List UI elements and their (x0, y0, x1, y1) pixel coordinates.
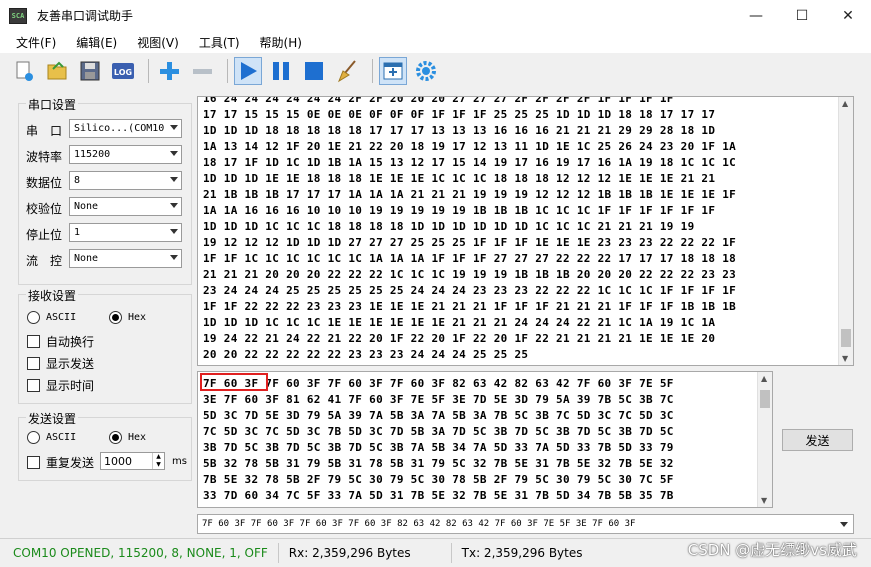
auto-newline-checkbox[interactable] (27, 335, 40, 348)
log-icon[interactable]: LOG (109, 57, 137, 85)
databits-label: 数据位 (26, 176, 63, 190)
receive-ascii-option[interactable]: ASCII (27, 311, 76, 324)
show-send-checkbox[interactable] (27, 357, 40, 370)
show-time-option[interactable]: 显示时间 (27, 377, 94, 394)
send-ascii-option[interactable]: ASCII (27, 431, 76, 444)
scroll-down-icon[interactable]: ▼ (761, 496, 767, 505)
add-icon[interactable] (155, 57, 183, 85)
toolbar-separator (148, 59, 149, 83)
auto-newline-option[interactable]: 自动换行 (27, 333, 94, 350)
watermark: CSDN @虚无缥缈vs威武 (687, 540, 857, 559)
scroll-thumb[interactable] (841, 329, 851, 347)
highlight-box (200, 373, 268, 391)
rx-count: Rx: 2,359,296 Bytes (288, 546, 411, 560)
send-button[interactable]: 发送 (782, 429, 853, 451)
receive-scrollbar[interactable]: ▲ ▼ (838, 97, 853, 365)
flowcontrol-label: 流 控 (26, 254, 63, 268)
spin-arrows-icon[interactable]: ▲ ▼ (152, 453, 164, 469)
receive-ascii-radio[interactable] (27, 311, 40, 324)
clear-broom-icon[interactable] (333, 57, 361, 85)
status-separator (450, 543, 452, 563)
open-folder-icon[interactable] (43, 57, 71, 85)
port-status: COM10 OPENED, 115200, 8, NONE, 1, OFF (13, 546, 268, 560)
show-time-checkbox[interactable] (27, 379, 40, 392)
toolbar-separator (227, 59, 228, 83)
stop-icon[interactable] (300, 57, 328, 85)
serial-settings-title: 串口设置 (26, 96, 79, 113)
menu-tools[interactable]: 工具(T) (199, 34, 240, 51)
add-window-icon[interactable] (379, 57, 407, 85)
repeat-send-option[interactable]: 重复发送 (27, 454, 94, 471)
close-button[interactable]: ✕ (825, 0, 871, 31)
receive-text-area[interactable]: 16 24 24 24 24 24 24 2F 2F 20 20 20 27 2… (197, 96, 854, 366)
port-select[interactable]: Silico...(COM10 (69, 119, 182, 138)
parity-label: 校验位 (26, 202, 63, 216)
toolbar-separator (372, 59, 373, 83)
scroll-down-icon[interactable]: ▼ (842, 354, 848, 363)
databits-select[interactable]: 8 (69, 171, 182, 190)
menu-view[interactable]: 视图(V) (137, 34, 179, 51)
send-hex-option[interactable]: Hex (109, 431, 146, 444)
interval-unit: ms (172, 456, 187, 467)
send-history-select[interactable]: 7F 60 3F 7F 60 3F 7F 60 3F 7F 60 3F 82 6… (197, 514, 854, 534)
send-settings-title: 发送设置 (26, 410, 79, 427)
menu-bar: 文件(F) 编辑(E) 视图(V) 工具(T) 帮助(H) (0, 31, 871, 53)
repeat-send-checkbox[interactable] (27, 456, 40, 469)
menu-file[interactable]: 文件(F) (16, 34, 56, 51)
tx-count: Tx: 2,359,296 Bytes (461, 546, 583, 560)
remove-icon[interactable] (188, 57, 216, 85)
stopbits-label: 停止位 (26, 228, 63, 242)
show-send-option[interactable]: 显示发送 (27, 355, 94, 372)
toolbar: LOG (10, 55, 445, 87)
repeat-interval-input[interactable]: 1000 ▲ ▼ (100, 452, 165, 470)
new-document-icon[interactable] (10, 57, 38, 85)
parity-select[interactable]: None (69, 197, 182, 216)
send-hex-radio[interactable] (109, 431, 122, 444)
status-separator (277, 543, 279, 563)
baud-label: 波特率 (26, 150, 63, 164)
play-icon[interactable] (234, 57, 262, 85)
minimize-button[interactable]: — (733, 0, 779, 31)
maximize-button[interactable]: ☐ (779, 0, 825, 31)
stopbits-select[interactable]: 1 (69, 223, 182, 242)
send-scrollbar[interactable]: ▲ ▼ (757, 372, 772, 507)
receive-hex-radio[interactable] (109, 311, 122, 324)
app-icon: SCA (9, 7, 27, 24)
receive-hex-option[interactable]: Hex (109, 311, 146, 324)
send-text-area[interactable]: 7F 60 3F 7F 60 3F 7F 60 3F 7F 60 3F 82 6… (197, 371, 773, 508)
scroll-up-icon[interactable]: ▲ (761, 374, 767, 383)
pause-icon[interactable] (267, 57, 295, 85)
flowcontrol-select[interactable]: None (69, 249, 182, 268)
baud-select[interactable]: 115200 (69, 145, 182, 164)
send-ascii-radio[interactable] (27, 431, 40, 444)
receive-settings-title: 接收设置 (26, 287, 79, 304)
svg-text:LOG: LOG (114, 68, 132, 77)
menu-edit[interactable]: 编辑(E) (76, 34, 117, 51)
window-title: 友善串口调试助手 (37, 9, 134, 23)
port-label: 串 口 (26, 124, 63, 138)
chevron-down-icon[interactable] (840, 522, 848, 527)
title-bar: SCA 友善串口调试助手 — ☐ ✕ (0, 0, 871, 31)
menu-help[interactable]: 帮助(H) (260, 34, 302, 51)
receive-content: 16 24 24 24 24 24 24 2F 2F 20 20 20 27 2… (203, 96, 737, 361)
scroll-up-icon[interactable]: ▲ (842, 99, 848, 108)
send-content: 7F 60 3F 7F 60 3F 7F 60 3F 7F 60 3F 82 6… (203, 377, 674, 502)
settings-gear-icon[interactable] (412, 57, 440, 85)
save-icon[interactable] (76, 57, 104, 85)
scroll-thumb[interactable] (760, 390, 770, 408)
